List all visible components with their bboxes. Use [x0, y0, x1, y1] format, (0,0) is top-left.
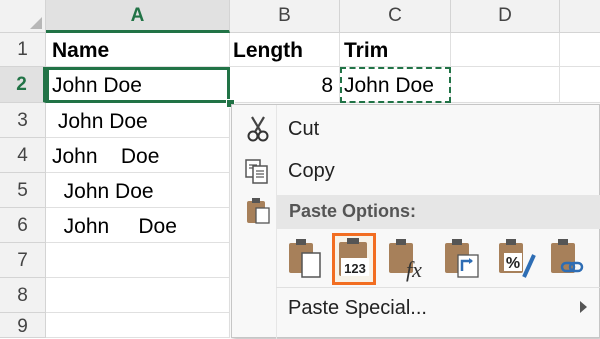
cell-a9[interactable]: [46, 313, 230, 338]
column-header-d[interactable]: D: [451, 0, 560, 33]
cell-d1[interactable]: [451, 33, 560, 67]
paste-clipboard-icon: [242, 197, 274, 225]
scissors-icon: [242, 115, 274, 143]
paste-button[interactable]: [284, 233, 328, 285]
paste-formulas-icon: fx: [389, 239, 422, 282]
svg-text:%: %: [506, 255, 520, 272]
copy-label: Copy: [288, 160, 335, 182]
column-header-c[interactable]: C: [340, 0, 451, 33]
cell-a8[interactable]: [46, 278, 230, 313]
paste-special-label: Paste Special...: [288, 297, 427, 319]
row-header-5[interactable]: 5: [0, 173, 46, 208]
column-header-a[interactable]: A: [46, 0, 230, 33]
row-header-3[interactable]: 3: [0, 103, 46, 138]
paste-options-label: Paste Options:: [289, 201, 417, 221]
cell-a1[interactable]: Name: [46, 33, 230, 67]
svg-text:123: 123: [344, 261, 366, 276]
row-header-7[interactable]: 7: [0, 243, 46, 278]
cut-label: Cut: [288, 118, 320, 140]
paste-values-button[interactable]: 123: [332, 233, 376, 285]
paste-transpose-icon: [445, 239, 479, 278]
cell-b2[interactable]: 8: [230, 67, 340, 103]
cell-c1[interactable]: Trim: [340, 33, 451, 67]
column-header-e[interactable]: [560, 0, 600, 33]
paste-link-button[interactable]: [546, 233, 590, 285]
cell-d2[interactable]: [451, 67, 560, 103]
paste-formatting-icon: %: [499, 239, 536, 278]
cell-b1[interactable]: Length: [230, 33, 340, 67]
cell-a3[interactable]: John Doe: [46, 103, 230, 138]
row-header-1[interactable]: 1: [0, 33, 46, 67]
row-header-2[interactable]: 2: [0, 67, 46, 103]
select-all-corner[interactable]: [0, 0, 46, 33]
paste-options-header: Paste Options:: [276, 195, 600, 229]
paste-formatting-button[interactable]: %: [494, 233, 538, 285]
row-header-9[interactable]: 9: [0, 313, 46, 338]
svg-text:fx: fx: [406, 257, 422, 282]
cell-a7[interactable]: [46, 243, 230, 278]
menu-item-copy[interactable]: Copy: [232, 151, 599, 191]
paste-icon: [289, 239, 321, 278]
cell-e1[interactable]: [560, 33, 600, 67]
context-menu: Cut Copy Paste Options: 123 fx % Paste S…: [231, 104, 600, 339]
cell-a5[interactable]: John Doe: [46, 173, 230, 208]
menu-item-cut[interactable]: Cut: [232, 109, 599, 149]
row-header-8[interactable]: 8: [0, 278, 46, 313]
paste-transpose-button[interactable]: [440, 233, 484, 285]
column-header-b[interactable]: B: [230, 0, 340, 33]
row-header-4[interactable]: 4: [0, 138, 46, 173]
menu-item-paste-special[interactable]: Paste Special...: [232, 288, 599, 328]
cell-a6[interactable]: John Doe: [46, 208, 230, 243]
row-header-6[interactable]: 6: [0, 208, 46, 243]
copy-marquee: [340, 67, 451, 103]
active-cell-border: [46, 67, 230, 103]
submenu-arrow-icon: [580, 301, 587, 313]
paste-link-icon: [551, 239, 584, 273]
copy-icon: [242, 157, 274, 185]
paste-values-icon: 123: [339, 238, 369, 276]
paste-formulas-button[interactable]: fx: [384, 233, 428, 285]
cell-a4[interactable]: John Doe: [46, 138, 230, 173]
cell-e2[interactable]: [560, 67, 600, 103]
